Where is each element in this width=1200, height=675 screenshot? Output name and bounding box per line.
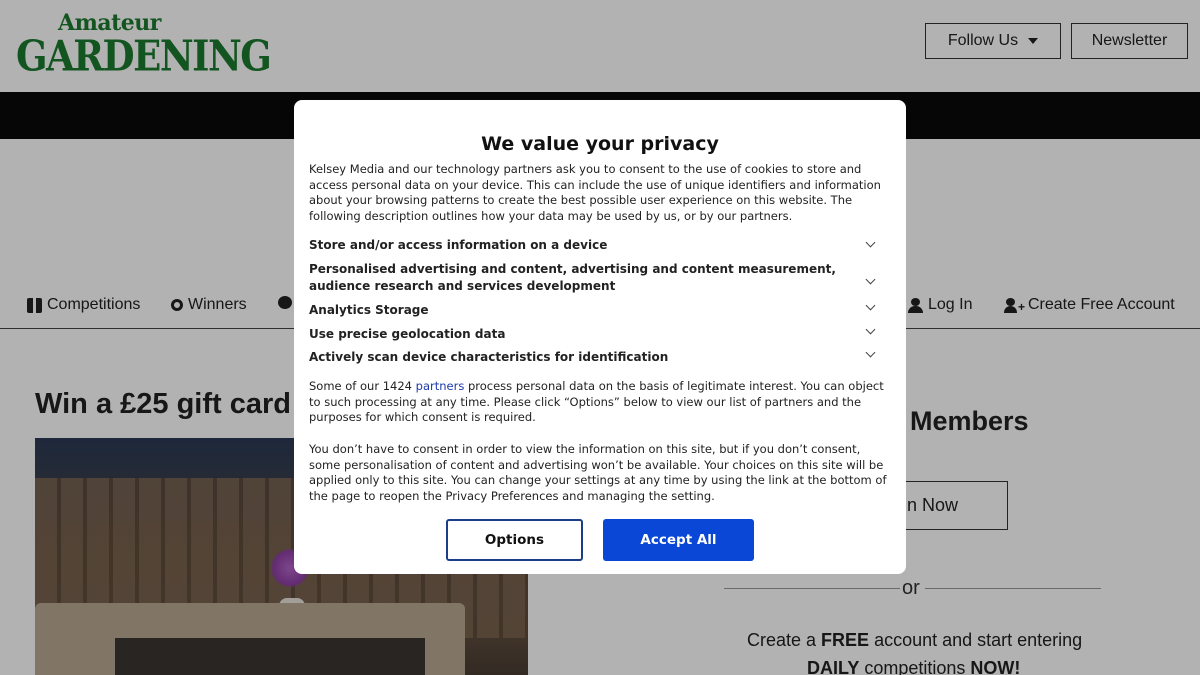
accept-all-button[interactable]: Accept All (603, 519, 754, 561)
consent-intro-text: Kelsey Media and our technology partners… (309, 162, 881, 223)
chevron-down-icon (865, 237, 876, 248)
dialog-title: We value your privacy (481, 133, 719, 155)
purpose-item[interactable]: Use precise geolocation data (309, 324, 894, 343)
chevron-down-icon (865, 300, 876, 311)
legitimate-interest-text: Some of our 1424 partners process person… (309, 379, 884, 424)
purpose-item[interactable]: Analytics Storage (309, 300, 894, 319)
purpose-item[interactable]: Personalised advertising and content, ad… (309, 261, 894, 295)
chevron-down-icon (865, 274, 876, 285)
options-label: Options (484, 532, 545, 548)
chevron-down-icon (865, 324, 876, 335)
purpose-item[interactable]: Store and/or access information on a dev… (309, 237, 894, 254)
chevron-down-icon (865, 347, 876, 358)
options-button[interactable]: Options (446, 519, 583, 561)
privacy-consent-dialog: We value your privacy Kelsey Media and o… (294, 100, 906, 574)
accept-all-label: Accept All (640, 532, 717, 548)
partners-link[interactable]: partners (416, 379, 465, 393)
purpose-item[interactable]: Actively scan device characteristics for… (309, 347, 894, 366)
no-consent-text: You don’t have to consent in order to vi… (309, 442, 887, 503)
